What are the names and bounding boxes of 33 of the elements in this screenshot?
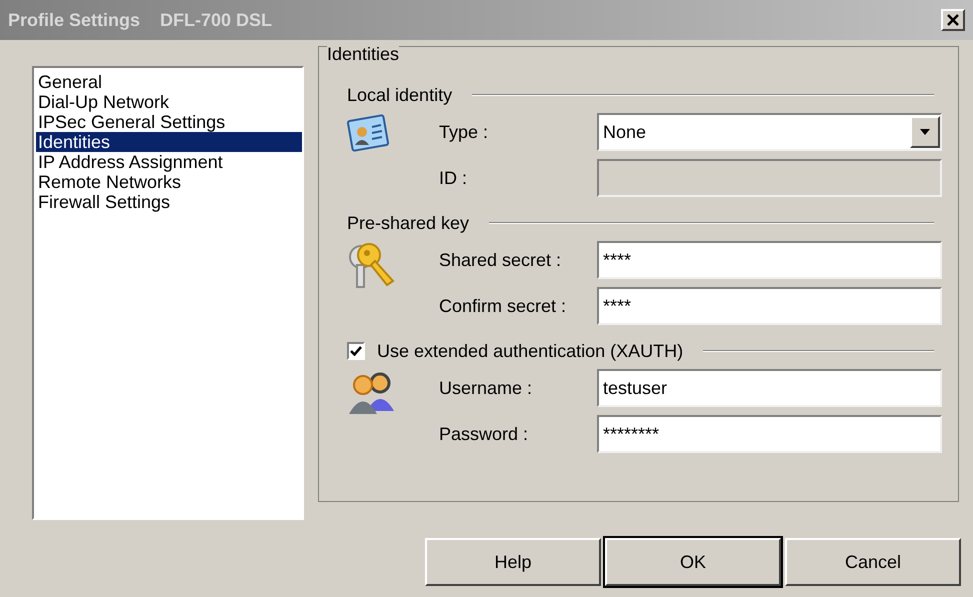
field-label: Shared secret :	[439, 248, 562, 272]
field-label: Username :	[439, 376, 534, 400]
input-field[interactable]: ****	[597, 241, 942, 279]
field-label: Password :	[439, 422, 530, 446]
dialog-button[interactable]: OK	[605, 538, 781, 586]
field-label: Type :	[439, 120, 490, 144]
input-field[interactable]: ********	[597, 415, 942, 453]
list-item[interactable]: IP Address Assignment	[36, 152, 302, 172]
input-field[interactable]: ****	[597, 287, 942, 325]
window-title: Profile Settings	[8, 8, 140, 32]
list-item[interactable]: Firewall Settings	[36, 192, 302, 212]
input-field[interactable]: testuser	[597, 369, 942, 407]
list-item[interactable]: Identities	[36, 132, 302, 152]
field-label: Confirm secret :	[439, 294, 568, 318]
list-item[interactable]: Dial-Up Network	[36, 92, 302, 112]
field-label: ID :	[439, 166, 468, 190]
close-icon	[947, 14, 959, 26]
section-title: Use extended authentication (XAUTH)	[377, 340, 684, 363]
dialog-button[interactable]: Cancel	[785, 538, 961, 586]
type-dropdown[interactable]: None	[597, 113, 942, 151]
check-icon	[350, 346, 362, 356]
dialog-button[interactable]: Help	[425, 538, 601, 586]
section-title: Local identity	[347, 84, 452, 107]
section-title: Pre-shared key	[347, 212, 470, 235]
keys-icon	[347, 241, 397, 291]
dropdown-button[interactable]	[910, 116, 940, 148]
list-item[interactable]: Remote Networks	[36, 172, 302, 192]
list-item[interactable]: General	[36, 72, 302, 92]
checkbox[interactable]	[347, 342, 365, 360]
window-subtitle: DFL-700 DSL	[160, 8, 272, 32]
caret-down-icon	[920, 129, 930, 135]
close-button[interactable]	[941, 9, 965, 31]
list-item[interactable]: IPSec General Settings	[36, 112, 302, 132]
